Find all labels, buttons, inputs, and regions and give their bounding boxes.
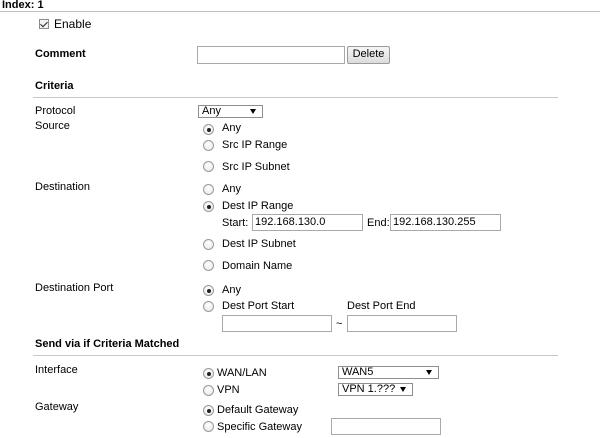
dest-end-label: End: [367,217,390,229]
vpn-select[interactable]: VPN 1.??? [338,383,413,396]
protocol-label: Protocol [35,105,76,117]
gateway-radio-specific[interactable] [203,421,214,432]
specific-gateway-input[interactable] [331,418,441,435]
dest-port-separator: ~ [336,318,343,330]
dest-port-any-label: Any [222,284,241,296]
interface-vpn-label: VPN [217,384,240,396]
dest-start-ip-input[interactable]: 192.168.130.0 [252,214,363,231]
protocol-select[interactable]: Any [198,105,263,118]
destination-any-label: Any [222,183,241,195]
enable-checkbox[interactable] [39,19,49,29]
dest-end-ip-input[interactable]: 192.168.130.255 [390,214,501,231]
criteria-divider [33,97,558,98]
destination-radio-dest-ip-subnet[interactable] [203,239,214,250]
destination-dest-ip-subnet-label: Dest IP Subnet [222,238,296,250]
interface-radio-wan-lan[interactable] [203,368,214,379]
dest-port-end-input[interactable] [347,315,457,332]
protocol-select-value: Any [202,105,221,117]
source-radio-src-ip-subnet[interactable] [203,161,214,172]
destination-label: Destination [35,181,91,193]
interface-radio-vpn[interactable] [203,385,214,396]
criteria-heading: Criteria [35,80,74,92]
wan-select[interactable]: WAN5 [338,366,439,379]
destination-port-label: Destination Port [35,282,114,294]
dest-port-start-input[interactable] [222,315,332,332]
destination-domain-name-label: Domain Name [222,260,293,272]
comment-label: Comment [35,48,86,60]
destination-dest-ip-range-label: Dest IP Range [222,200,294,212]
destination-radio-any[interactable] [203,184,214,195]
vpn-select-value: VPN 1.??? [342,383,396,395]
chevron-down-icon [400,387,406,392]
destination-radio-domain-name[interactable] [203,260,214,271]
send-via-divider [33,355,558,356]
gateway-label: Gateway [35,401,79,413]
gateway-default-label: Default Gateway [217,404,299,416]
source-src-ip-subnet-label: Src IP Subnet [222,161,290,173]
send-via-heading: Send via if Criteria Matched [35,338,180,350]
source-any-label: Any [222,122,241,134]
enable-label: Enable [54,17,92,31]
gateway-radio-default[interactable] [203,405,214,416]
destination-radio-dest-ip-range[interactable] [203,201,214,212]
dest-port-radio-any[interactable] [203,285,214,296]
interface-wan-lan-label: WAN/LAN [217,367,267,379]
source-radio-any[interactable] [203,124,214,135]
header-bar [0,0,600,12]
dest-port-radio-range[interactable] [203,301,214,312]
source-label: Source [35,120,70,132]
dest-start-label: Start: [222,217,249,229]
source-src-ip-range-label: Src IP Range [222,139,288,151]
delete-button[interactable]: Delete [347,46,390,64]
chevron-down-icon [250,109,256,114]
gateway-specific-label: Specific Gateway [217,421,302,433]
chevron-down-icon [426,370,432,375]
source-radio-src-ip-range[interactable] [203,140,214,151]
wan-select-value: WAN5 [342,366,374,378]
interface-label: Interface [35,364,78,376]
index-title: Index: 1 [2,0,44,11]
dest-port-end-label: Dest Port End [347,300,416,312]
dest-port-start-label: Dest Port Start [222,300,295,312]
comment-input[interactable] [197,46,345,64]
